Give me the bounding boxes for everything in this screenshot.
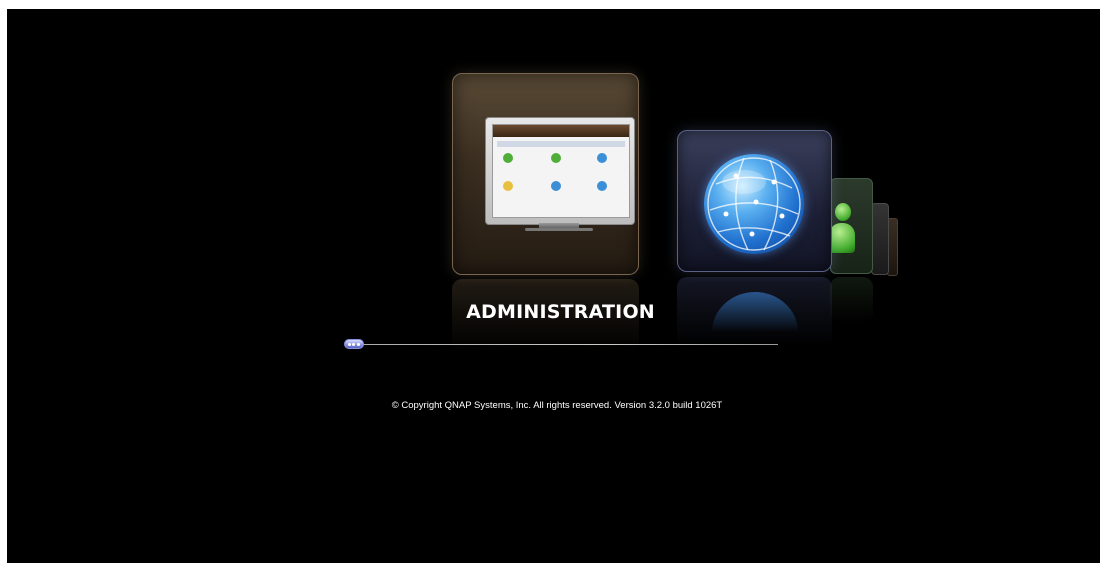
carousel-active-title: ADMINISTRATION: [466, 301, 655, 323]
carousel-slider-track[interactable]: [345, 344, 778, 345]
carousel-slider-handle[interactable]: [344, 339, 364, 349]
users-card-reflection: [830, 277, 873, 323]
slider-grip-icon: [347, 342, 351, 346]
users-icon: [829, 199, 857, 257]
monitor-icon: [485, 117, 635, 231]
copyright-text: © Copyright QNAP Systems, Inc. All right…: [391, 400, 723, 411]
globe-icon: [704, 154, 804, 254]
carousel-card-mini1[interactable]: [871, 203, 889, 275]
login-stage: ADMINISTRATION © Copyright QNAP Systems,…: [7, 9, 1100, 563]
